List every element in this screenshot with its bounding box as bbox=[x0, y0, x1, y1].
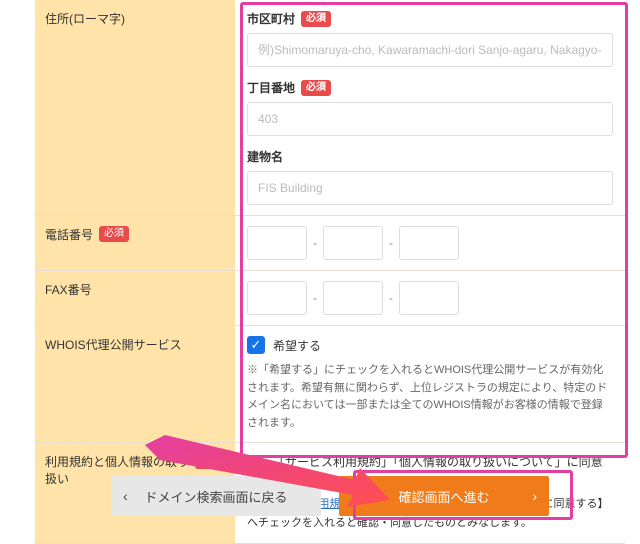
block-input[interactable] bbox=[247, 102, 613, 136]
label-phone: 電話番号 必須 bbox=[35, 216, 235, 270]
sublabel-text: 市区町村 bbox=[247, 10, 295, 27]
sublabel-text: 建物名 bbox=[247, 148, 283, 165]
block-city: 市区町村 必須 bbox=[247, 10, 613, 67]
button-row: ‹ ドメイン検索画面に戻る 確認画面へ進む › bbox=[35, 476, 625, 516]
label-text: FAX番号 bbox=[45, 281, 92, 298]
building-input[interactable] bbox=[247, 171, 613, 205]
dash-icon: - bbox=[313, 236, 317, 250]
block-building: 建物名 bbox=[247, 148, 613, 205]
form-container: 住所(ローマ字) 市区町村 必須 丁目番地 必須 建物名 bbox=[35, 0, 625, 544]
required-badge: 必須 bbox=[99, 226, 129, 242]
required-badge: 必須 bbox=[301, 11, 331, 27]
whois-checkbox-label: 希望する bbox=[273, 337, 321, 354]
next-button-label: 確認画面へ進む bbox=[398, 487, 489, 506]
required-badge: 必須 bbox=[195, 453, 225, 469]
whois-checkbox-row: ✓ 希望する bbox=[247, 336, 613, 354]
back-button[interactable]: ‹ ドメイン検索画面に戻る bbox=[111, 476, 321, 516]
fax-seg-3[interactable] bbox=[399, 281, 459, 315]
field-phone: - - bbox=[235, 216, 625, 270]
label-text: WHOIS代理公開サービス bbox=[45, 336, 182, 353]
phone-inputs: - - bbox=[247, 226, 613, 260]
chevron-right-icon: › bbox=[532, 488, 537, 504]
sublabel-city: 市区町村 必須 bbox=[247, 10, 613, 27]
field-whois: ✓ 希望する ※「希望する」にチェックを入れるとWHOIS代理公開サービスが有効… bbox=[235, 326, 625, 442]
fax-inputs: - - bbox=[247, 281, 613, 315]
whois-checkbox[interactable]: ✓ bbox=[247, 336, 265, 354]
dash-icon: - bbox=[389, 236, 393, 250]
label-text: 住所(ローマ字) bbox=[45, 10, 125, 27]
label-whois: WHOIS代理公開サービス bbox=[35, 326, 235, 442]
dash-icon: - bbox=[389, 291, 393, 305]
whois-note: ※「希望する」にチェックを入れるとWHOIS代理公開サービスが有効化されます。希… bbox=[247, 362, 613, 432]
label-address-roma: 住所(ローマ字) bbox=[35, 0, 235, 215]
field-address-roma: 市区町村 必須 丁目番地 必須 建物名 bbox=[235, 0, 625, 215]
back-button-label: ドメイン検索画面に戻る bbox=[144, 487, 287, 506]
phone-seg-3[interactable] bbox=[399, 226, 459, 260]
sublabel-block: 丁目番地 必須 bbox=[247, 79, 613, 96]
city-input[interactable] bbox=[247, 33, 613, 67]
chevron-left-icon: ‹ bbox=[123, 488, 128, 504]
fax-seg-2[interactable] bbox=[323, 281, 383, 315]
dash-icon: - bbox=[313, 291, 317, 305]
row-whois: WHOIS代理公開サービス ✓ 希望する ※「希望する」にチェックを入れるとWH… bbox=[35, 326, 625, 443]
label-text: 電話番号 bbox=[45, 226, 93, 243]
field-fax: - - bbox=[235, 271, 625, 325]
label-fax: FAX番号 bbox=[35, 271, 235, 325]
phone-seg-1[interactable] bbox=[247, 226, 307, 260]
block-block: 丁目番地 必須 bbox=[247, 79, 613, 136]
row-phone: 電話番号 必須 - - bbox=[35, 216, 625, 271]
row-fax: FAX番号 - - bbox=[35, 271, 625, 326]
required-badge: 必須 bbox=[301, 80, 331, 96]
fax-seg-1[interactable] bbox=[247, 281, 307, 315]
next-button[interactable]: 確認画面へ進む › bbox=[339, 476, 549, 516]
row-address-roma: 住所(ローマ字) 市区町村 必須 丁目番地 必須 建物名 bbox=[35, 0, 625, 216]
phone-seg-2[interactable] bbox=[323, 226, 383, 260]
sublabel-building: 建物名 bbox=[247, 148, 613, 165]
sublabel-text: 丁目番地 bbox=[247, 79, 295, 96]
